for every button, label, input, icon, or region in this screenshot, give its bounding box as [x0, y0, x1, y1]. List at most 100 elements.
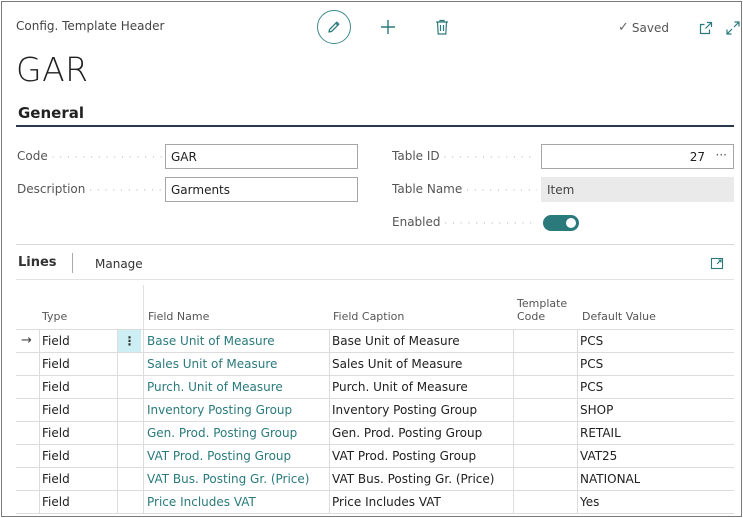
section-title-general[interactable]: General — [18, 104, 84, 122]
table-row[interactable]: Field Price Includes VAT Price Includes VA… — [16, 491, 734, 514]
cell-type: Field — [42, 449, 70, 463]
table-row[interactable]: Field Gen. Prod. Posting Group Gen. Prod. … — [16, 422, 734, 445]
cell-field-caption: VAT Prod. Posting Group — [332, 449, 477, 463]
code-field[interactable]: GAR — [165, 144, 358, 169]
cell-default-value: RETAIL — [580, 426, 621, 440]
cell-type: Field — [42, 334, 70, 348]
table-row[interactable]: Field VAT Bus. Posting Gr. (Price) VAT Bus… — [16, 468, 734, 491]
code-label: Code — [17, 149, 165, 163]
cell-divider — [577, 399, 578, 422]
cell-divider — [329, 422, 330, 445]
expand-icon — [726, 21, 740, 35]
cell-field-caption: Inventory Posting Group — [332, 403, 478, 417]
checkmark-icon: ✓ — [618, 20, 629, 35]
cell-field-name[interactable]: VAT Bus. Posting Gr. (Price) — [147, 468, 309, 490]
cell-field-name[interactable]: Gen. Prod. Posting Group — [147, 422, 297, 444]
cell-divider — [143, 399, 144, 422]
cell-default-value: PCS — [580, 380, 604, 394]
cell-field-caption: VAT Bus. Posting Gr. (Price) — [332, 472, 495, 486]
cell-field-name[interactable]: Sales Unit of Measure — [147, 353, 277, 375]
cell-divider — [513, 376, 514, 399]
cell-divider — [39, 422, 40, 445]
cell-default-value: VAT25 — [580, 449, 618, 463]
cell-divider — [117, 468, 118, 491]
description-field[interactable]: Garments — [165, 177, 358, 202]
cell-divider — [39, 330, 40, 353]
cell-type: Field — [42, 357, 70, 371]
description-label: Description — [17, 182, 165, 196]
lines-header-divider — [16, 279, 734, 280]
cell-type: Field — [42, 495, 70, 509]
trash-icon — [436, 19, 448, 35]
enabled-toggle[interactable] — [543, 215, 579, 231]
cell-type: Field — [42, 426, 70, 440]
cell-type: Field — [42, 472, 70, 486]
tab-separator — [72, 253, 73, 273]
cell-divider — [577, 422, 578, 445]
cell-divider — [39, 445, 40, 468]
new-button[interactable] — [378, 17, 398, 37]
table-row[interactable]: Field Inventory Posting Group Inventory Po… — [16, 399, 734, 422]
cell-divider — [143, 330, 144, 353]
cell-field-name[interactable]: Inventory Posting Group — [147, 399, 292, 421]
cell-divider — [513, 353, 514, 376]
cell-divider — [513, 330, 514, 353]
column-header-field-caption[interactable]: Field Caption — [333, 310, 404, 323]
table-id-value: 27 — [689, 150, 705, 164]
cell-divider — [329, 376, 330, 399]
cell-field-name[interactable]: Purch. Unit of Measure — [147, 376, 283, 398]
table-row[interactable]: Field Purch. Unit of Measure Purch. Unit o… — [16, 376, 734, 399]
cell-divider — [39, 376, 40, 399]
lines-tab[interactable]: Lines — [18, 255, 57, 270]
column-header-type[interactable]: Type — [42, 310, 67, 323]
cell-divider — [513, 445, 514, 468]
cell-divider — [513, 399, 514, 422]
cell-divider — [143, 376, 144, 399]
cell-default-value: Yes — [580, 495, 600, 509]
cell-divider — [117, 422, 118, 445]
table-name-label: Table Name — [392, 182, 537, 196]
column-header-default-value[interactable]: Default Value — [582, 310, 656, 323]
cell-divider — [329, 353, 330, 376]
cell-divider — [117, 491, 118, 514]
cell-divider — [513, 422, 514, 445]
cell-divider — [143, 353, 144, 376]
cell-field-name[interactable]: Price Includes VAT — [147, 491, 256, 513]
table-row[interactable]: Field VAT Prod. Posting Group VAT Prod. Po… — [16, 445, 734, 468]
cell-field-name[interactable]: Base Unit of Measure — [147, 330, 275, 352]
manage-tab[interactable]: Manage — [95, 257, 143, 271]
expand-page-button[interactable] — [723, 18, 743, 38]
table-row[interactable]: → ⋮ Field Base Unit of Measure Base Unit of … — [16, 330, 734, 353]
lookup-ellipsis-icon[interactable]: ··· — [716, 148, 727, 162]
lines-expand-button[interactable] — [710, 255, 726, 271]
cell-field-caption: Purch. Unit of Measure — [332, 380, 468, 394]
cell-field-caption: Sales Unit of Measure — [332, 357, 463, 371]
cell-type: Field — [42, 403, 70, 417]
cell-divider — [577, 353, 578, 376]
delete-button[interactable] — [432, 17, 452, 37]
cell-type: Field — [42, 380, 70, 394]
page-title: GAR — [16, 50, 89, 89]
edit-button[interactable] — [317, 10, 351, 44]
plus-icon — [381, 20, 395, 34]
cell-divider — [577, 468, 578, 491]
cell-divider — [143, 491, 144, 514]
table-row[interactable]: Field Sales Unit of Measure Sales Unit of … — [16, 353, 734, 376]
section-divider — [16, 125, 734, 127]
column-header-template-code[interactable]: Template Code — [517, 297, 567, 323]
open-in-new-window-icon — [710, 257, 724, 270]
cell-divider — [329, 491, 330, 514]
column-header-field-name[interactable]: Field Name — [148, 310, 209, 323]
page-frame: Config. Template Header ✓ Saved GAR Gene… — [1, 1, 742, 517]
open-new-window-button[interactable] — [696, 18, 716, 38]
cell-divider — [117, 353, 118, 376]
cell-field-name[interactable]: VAT Prod. Posting Group — [147, 445, 291, 467]
cell-divider — [329, 468, 330, 491]
cell-divider — [117, 376, 118, 399]
saved-label: Saved — [631, 20, 669, 35]
row-actions-menu-icon[interactable]: ⋮ — [118, 330, 141, 352]
column-divider — [143, 285, 144, 329]
template-code-line1: Template — [517, 297, 568, 310]
table-id-field[interactable]: 27 ··· — [541, 144, 734, 169]
cell-divider — [39, 399, 40, 422]
